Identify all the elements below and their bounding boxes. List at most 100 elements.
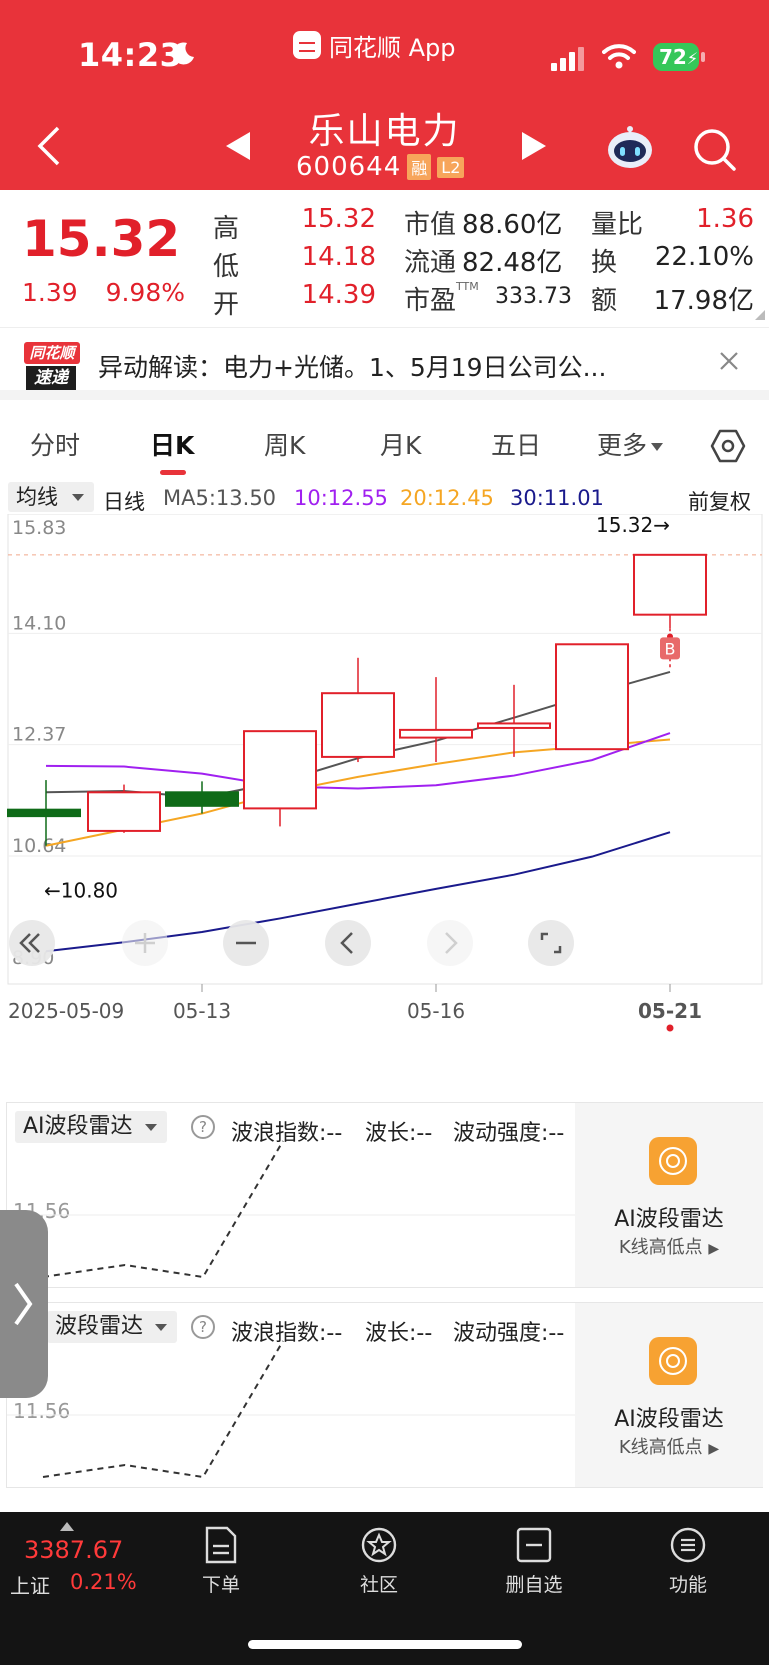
header: 14:23 同花顺 App 72⚡ 乐山电力 600644 融 L2 bbox=[0, 0, 769, 190]
x-tick-label: 05-13 bbox=[173, 999, 231, 1023]
tab-more-label: 更多 bbox=[597, 431, 648, 460]
chevron-right-icon: ▶ bbox=[708, 1241, 720, 1257]
open-value: 14.39 bbox=[301, 280, 376, 310]
functions-button[interactable]: 功能 bbox=[638, 1526, 738, 1597]
ma30-label: 30:11.01 bbox=[510, 486, 604, 510]
home-indicator bbox=[248, 1640, 522, 1649]
wifi-icon bbox=[602, 44, 636, 69]
candlestick-chart[interactable]: 15.8314.1012.3710.648.90B15.32→←10.80202… bbox=[0, 514, 769, 1084]
radar-promo-title: AI波段雷达 bbox=[614, 1407, 724, 1432]
tab-monthly-k[interactable]: 月K bbox=[380, 426, 421, 462]
radar-promo-card[interactable]: AI波段雷达 K线高低点 ▶ bbox=[575, 1303, 763, 1487]
radar-promo-subtitle: K线高低点 ▶ bbox=[575, 1233, 763, 1259]
news-text[interactable]: 异动解读：电力+光储。1、5月19日公司公... bbox=[98, 348, 658, 384]
y-tick-label: 12.37 bbox=[12, 724, 66, 746]
radar-promo-subtitle-text: K线高低点 bbox=[618, 1437, 703, 1458]
indicator-select-label: 均线 bbox=[16, 485, 58, 509]
high-label: 高 bbox=[213, 214, 240, 244]
screen: 14:23 同花顺 App 72⚡ 乐山电力 600644 融 L2 15.32… bbox=[0, 0, 769, 1665]
settings-hexagon-icon[interactable] bbox=[710, 428, 746, 464]
volume-ratio-value: 1.36 bbox=[696, 204, 754, 234]
radar-wave-line bbox=[7, 1140, 577, 1279]
candle-body bbox=[7, 808, 81, 818]
fullscreen-button bbox=[528, 920, 574, 966]
collapse-button bbox=[9, 920, 55, 966]
adjust-mode-button[interactable]: 前复权 bbox=[688, 486, 751, 516]
current-date-dot bbox=[666, 1024, 674, 1032]
ma10-label: 10:12.55 bbox=[294, 486, 388, 510]
remove-watchlist-button[interactable]: 删自选 bbox=[484, 1526, 584, 1597]
low-annotation: ←10.80 bbox=[44, 879, 118, 903]
side-drawer-handle[interactable] bbox=[0, 1210, 48, 1398]
ma20-label: 20:12.45 bbox=[400, 486, 494, 510]
battery-indicator: 72⚡ bbox=[653, 43, 699, 71]
turnover-label: 换 bbox=[591, 248, 618, 278]
price-change: 1.39 9.98% bbox=[22, 278, 185, 307]
amount-label: 额 bbox=[591, 286, 618, 316]
quote-panel[interactable]: 15.32 1.39 9.98% 高 15.32 低 14.18 开 14.39… bbox=[0, 190, 769, 328]
market-cap-label: 市值 bbox=[404, 210, 457, 240]
pe-value: 333.73 bbox=[495, 284, 572, 309]
float-cap-value: 82.48亿 bbox=[462, 248, 563, 278]
app-name: 同花顺 App bbox=[329, 33, 456, 62]
close-icon[interactable] bbox=[716, 348, 742, 374]
search-icon[interactable] bbox=[691, 126, 737, 172]
current-price: 15.32 bbox=[22, 210, 181, 268]
chevron-right-icon: ▶ bbox=[708, 1441, 720, 1457]
status-time: 14:23 bbox=[78, 36, 183, 74]
candle-body bbox=[555, 643, 629, 751]
tab-five-day[interactable]: 五日 bbox=[491, 426, 541, 462]
y-tick-label: 15.83 bbox=[12, 517, 66, 539]
radar-promo-subtitle: K线高低点 ▶ bbox=[575, 1433, 763, 1459]
radar-icon bbox=[649, 1137, 697, 1185]
community-button[interactable]: 社区 bbox=[329, 1526, 429, 1597]
margin-tag: 融 bbox=[407, 154, 432, 180]
candle-body bbox=[321, 692, 395, 758]
candle-body bbox=[633, 553, 707, 616]
y-tick-label: 14.10 bbox=[12, 612, 66, 634]
index-change: 0.21% bbox=[70, 1570, 137, 1594]
app-chip[interactable]: 同花顺 App bbox=[293, 30, 456, 62]
market-cap-value: 88.60亿 bbox=[462, 210, 563, 240]
battery-tip bbox=[701, 52, 705, 62]
radar-icon bbox=[649, 1337, 697, 1385]
index-value[interactable]: 3387.67 bbox=[24, 1536, 123, 1564]
change-value: 1.39 bbox=[22, 278, 78, 307]
index-name: 上证 bbox=[10, 1574, 50, 1598]
chevron-right-icon bbox=[14, 1282, 33, 1326]
candle-body bbox=[87, 791, 161, 832]
tab-more[interactable]: 更多 bbox=[597, 426, 664, 462]
bottom-bar: 3387.67 上证 0.21% 下单 社区 删自选 功能 bbox=[0, 1512, 769, 1665]
ma-legend-row: 均线 日线 MA5:13.50 10:12.55 20:12.45 30:11.… bbox=[0, 480, 769, 514]
battery-level: 72 bbox=[659, 45, 687, 69]
next-stock-button[interactable] bbox=[522, 132, 546, 160]
place-order-button[interactable]: 下单 bbox=[171, 1526, 271, 1597]
radar-promo-subtitle-text: K线高低点 bbox=[618, 1237, 703, 1258]
radar-panel-1: AI波段雷达 ? 波浪指数:-- 波长:-- 波动强度:-- 11.56 AI波… bbox=[6, 1102, 763, 1288]
news-logo-bottom: 速递 bbox=[26, 366, 76, 390]
low-value: 14.18 bbox=[301, 242, 376, 272]
news-banner[interactable]: 同花顺 速递 异动解读：电力+光储。1、5月19日公司公... bbox=[0, 328, 769, 400]
expand-corner-icon[interactable] bbox=[755, 310, 765, 320]
chevron-down-icon bbox=[651, 443, 664, 451]
tab-daily-k[interactable]: 日K bbox=[150, 426, 194, 462]
functions-label: 功能 bbox=[668, 1574, 707, 1596]
high-value: 15.32 bbox=[301, 204, 376, 234]
news-logo-top: 同花顺 bbox=[24, 342, 80, 364]
tab-intraday[interactable]: 分时 bbox=[30, 426, 80, 462]
radar-promo-card[interactable]: AI波段雷达 K线高低点 ▶ bbox=[575, 1103, 763, 1287]
pe-label: 市盈TTM bbox=[404, 280, 479, 317]
open-label: 开 bbox=[213, 290, 240, 320]
ai-assistant-robot-icon[interactable] bbox=[606, 124, 654, 172]
radar-promo-title: AI波段雷达 bbox=[614, 1207, 724, 1232]
active-tab-indicator bbox=[160, 470, 186, 475]
period-label: 日线 bbox=[103, 490, 145, 514]
community-star-icon bbox=[361, 1527, 397, 1563]
volume-ratio-label: 量比 bbox=[591, 210, 644, 240]
chevron-down-icon bbox=[72, 494, 84, 501]
tab-weekly-k[interactable]: 周K bbox=[264, 426, 305, 462]
prev-button bbox=[325, 920, 371, 966]
indicator-select[interactable]: 均线 bbox=[8, 482, 94, 512]
up-arrow-icon bbox=[60, 1522, 74, 1531]
minus-box-icon bbox=[516, 1527, 552, 1563]
